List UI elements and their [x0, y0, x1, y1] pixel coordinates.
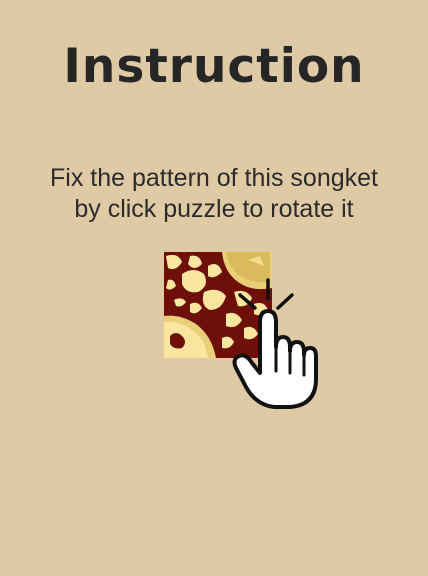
- instruction-text: Fix the pattern of this songket by click…: [0, 163, 428, 225]
- instruction-line-2: by click puzzle to rotate it: [74, 195, 354, 223]
- instruction-screen: Instruction Fix the pattern of this song…: [0, 0, 428, 576]
- pointing-hand-icon: [232, 275, 322, 415]
- page-title: Instruction: [63, 39, 365, 94]
- instruction-line-1: Fix the pattern of this songket: [50, 164, 378, 192]
